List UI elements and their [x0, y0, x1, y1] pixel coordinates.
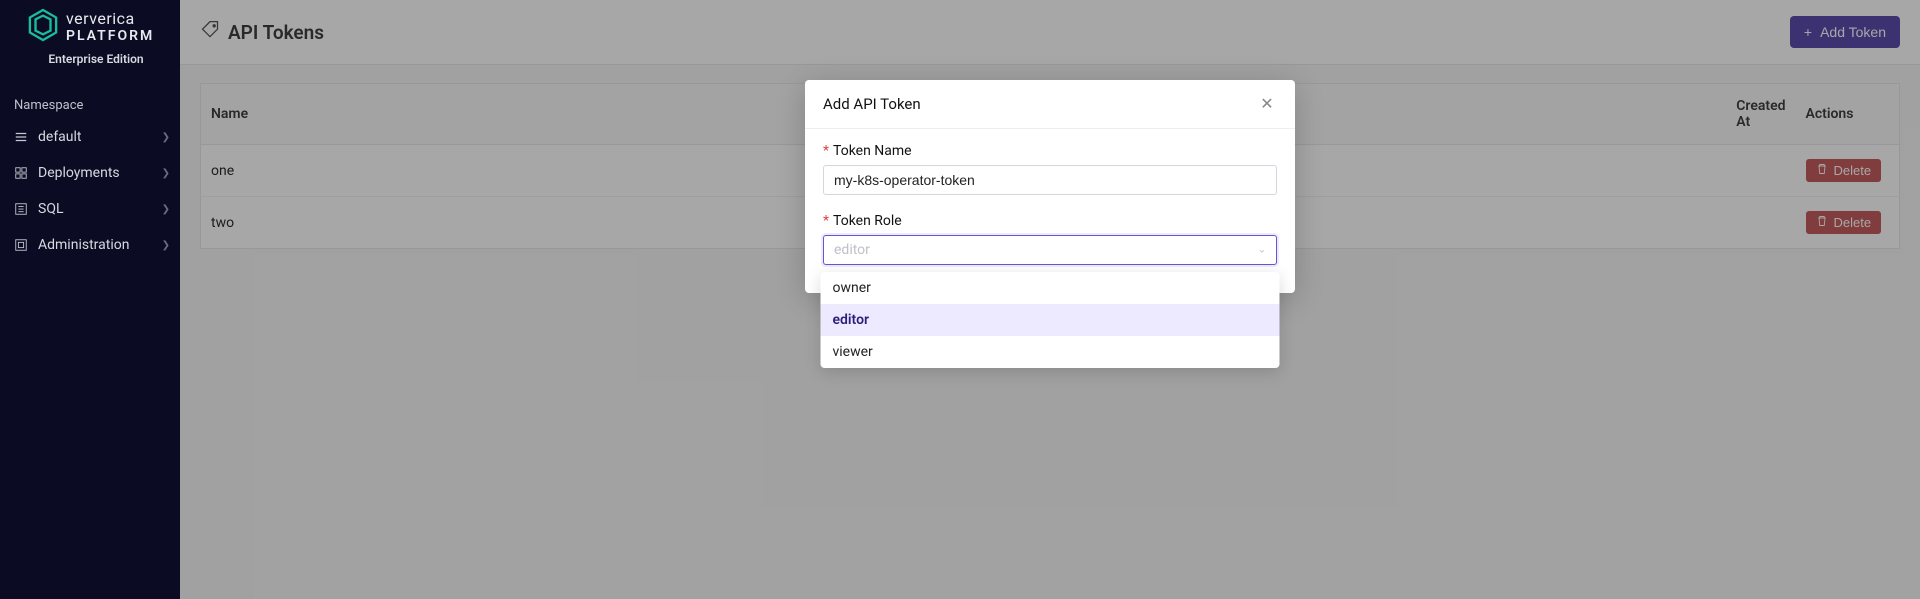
brand-sub: PLATFORM [66, 29, 154, 43]
token-name-label: *Token Name [823, 143, 1277, 159]
chevron-right-icon: ❯ [162, 168, 170, 179]
role-option-viewer[interactable]: viewer [821, 336, 1280, 368]
role-dropdown: owner editor viewer [821, 272, 1280, 368]
role-option-owner[interactable]: owner [821, 272, 1280, 304]
token-role-select[interactable]: editor ⌄ [823, 235, 1277, 265]
brand-logo: ververica PLATFORM Enterprise Edition [0, 8, 180, 70]
chevron-right-icon: ❯ [162, 132, 170, 143]
logo-mark-icon [28, 8, 58, 46]
edition-label: Enterprise Edition [28, 52, 164, 66]
modal-title: Add API Token [823, 95, 921, 113]
chevron-right-icon: ❯ [162, 204, 170, 215]
sql-icon [14, 202, 28, 216]
sidebar-item-sql[interactable]: SQL ❯ [0, 191, 180, 227]
deployments-icon [14, 166, 28, 180]
sidebar: ververica PLATFORM Enterprise Edition Na… [0, 0, 180, 599]
sidebar-item-deployments[interactable]: Deployments ❯ [0, 155, 180, 191]
sidebar-item-label: default [38, 129, 82, 145]
brand-name: ververica [66, 11, 154, 27]
sidebar-item-administration[interactable]: Administration ❯ [0, 227, 180, 263]
list-icon [14, 130, 28, 144]
select-placeholder: editor [834, 242, 870, 258]
administration-icon [14, 238, 28, 252]
chevron-right-icon: ❯ [162, 240, 170, 251]
sidebar-section-label: Namespace [0, 70, 180, 119]
sidebar-item-label: SQL [38, 201, 63, 217]
close-icon: ✕ [1260, 94, 1273, 114]
role-option-editor[interactable]: editor [821, 304, 1280, 336]
sidebar-item-label: Deployments [38, 165, 120, 181]
sidebar-item-label: Administration [38, 237, 129, 253]
sidebar-item-default[interactable]: default ❯ [0, 119, 180, 155]
modal-header: Add API Token ✕ [805, 80, 1295, 129]
token-role-label: *Token Role [823, 213, 1277, 229]
main-area: API Tokens + Add Token Name Created At A… [180, 0, 1920, 599]
add-token-modal: Add API Token ✕ *Token Name *Token Role … [805, 80, 1295, 293]
chevron-down-icon: ⌄ [1258, 245, 1266, 256]
close-button[interactable]: ✕ [1257, 94, 1277, 114]
token-name-input[interactable] [823, 165, 1277, 195]
